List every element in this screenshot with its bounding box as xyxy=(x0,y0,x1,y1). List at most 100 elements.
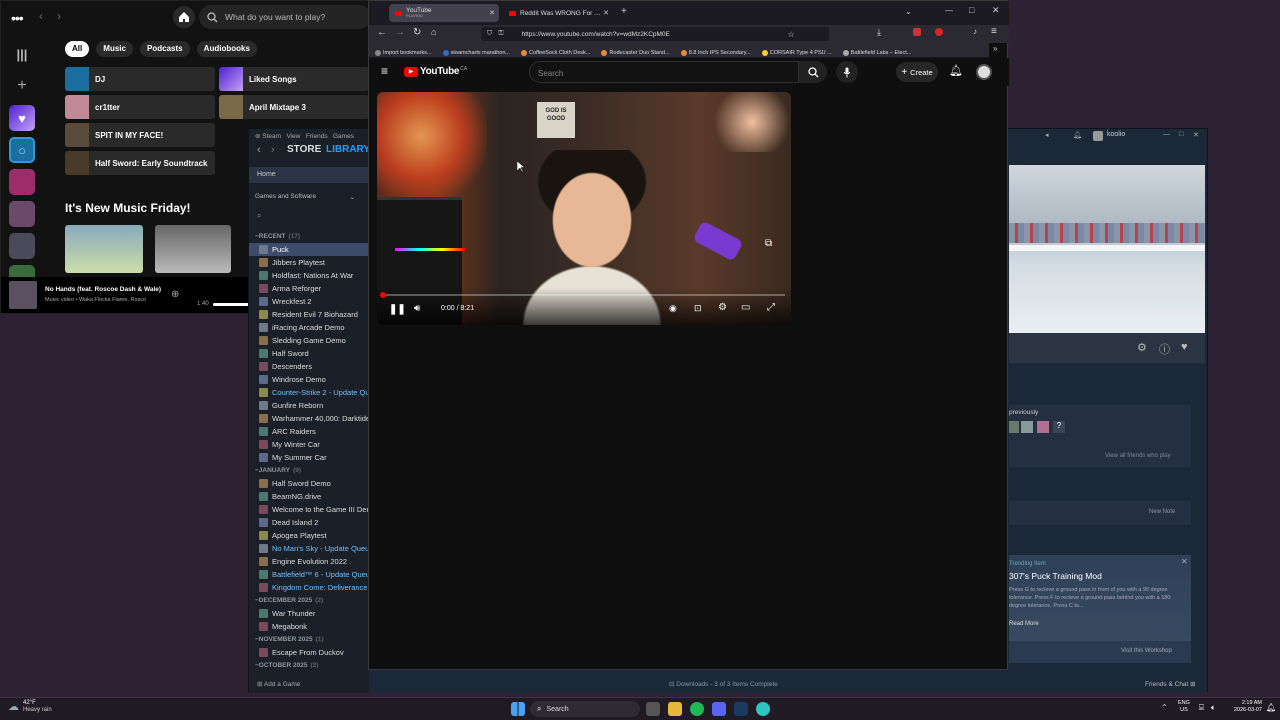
game-row[interactable]: My Winter Car xyxy=(249,438,369,451)
game-row[interactable]: Half Sword xyxy=(249,347,369,360)
task-view-icon[interactable] xyxy=(646,702,660,716)
dj-thumb[interactable]: ○ xyxy=(9,137,35,163)
favorite-icon[interactable]: ♥ xyxy=(1181,341,1188,353)
back-icon[interactable]: ‹ xyxy=(39,9,43,23)
youtube-search-input[interactable]: Search xyxy=(529,61,799,83)
game-row[interactable]: Welcome to the Game III Demo xyxy=(249,503,369,516)
more-icon[interactable]: ••• xyxy=(11,10,24,26)
close-icon[interactable]: ✕ xyxy=(1193,131,1199,139)
add-game-button[interactable]: ⊞ Add a Game xyxy=(249,677,369,693)
library-icon[interactable]: ||| xyxy=(9,41,35,67)
game-row[interactable]: Warhammer 40,000: Darktide xyxy=(249,412,369,425)
bookmark[interactable]: 8.8 Inch IPS Secondary... xyxy=(680,50,751,56)
add-icon[interactable]: + xyxy=(9,73,35,99)
discord-icon[interactable] xyxy=(712,702,726,716)
window-close-icon[interactable]: ✕ xyxy=(992,5,1000,16)
pause-icon[interactable]: ❚❚ xyxy=(389,304,406,315)
window-maximize-icon[interactable]: □ xyxy=(969,5,974,15)
new-note-button[interactable]: New Note xyxy=(1149,509,1175,515)
steam-library-tab[interactable]: LIBRARY xyxy=(326,144,370,155)
playback-progress[interactable] xyxy=(213,303,249,306)
game-row[interactable]: Battlefield™ 6 - Update Queued xyxy=(249,568,369,581)
spotify-icon[interactable] xyxy=(690,702,704,716)
game-row[interactable]: Wreckfest 2 xyxy=(249,295,369,308)
theater-mode-icon[interactable]: ▭ xyxy=(741,302,750,313)
game-row[interactable]: Dead Island 2 xyxy=(249,516,369,529)
user-avatar[interactable] xyxy=(1093,131,1103,141)
chip-podcasts[interactable]: Podcasts xyxy=(140,41,190,57)
bookmark[interactable]: CORSAIR Type 4 PSU ... xyxy=(761,50,832,56)
browser-icon[interactable] xyxy=(756,702,770,716)
chip-all[interactable]: All xyxy=(65,41,90,57)
friend-avatar[interactable] xyxy=(1021,421,1033,433)
game-row[interactable]: Resident Evil 7 Biohazard xyxy=(249,308,369,321)
bookmark[interactable]: Rodecaster Duo Stand... xyxy=(601,50,670,56)
workshop-title[interactable]: 307's Puck Training Mod xyxy=(1009,571,1102,581)
game-row[interactable]: Megabonk xyxy=(249,620,369,633)
extension-icon[interactable] xyxy=(913,28,921,36)
game-row[interactable]: Engine Evolution 2022 xyxy=(249,555,369,568)
library-home[interactable]: Home xyxy=(249,167,369,183)
now-playing-cover[interactable] xyxy=(9,281,37,309)
game-row[interactable]: Jibbers Playtest xyxy=(249,256,369,269)
list-tabs-icon[interactable]: ⌄ xyxy=(905,7,912,16)
playlist-thumb[interactable] xyxy=(9,201,35,227)
account-avatar[interactable] xyxy=(976,64,992,80)
new-tab-icon[interactable]: + xyxy=(621,6,627,17)
tab-close-icon[interactable]: ✕ xyxy=(489,9,495,17)
friends-chat-button[interactable]: Friends & Chat ⊞ xyxy=(1145,680,1196,688)
game-row[interactable]: Half Sword Demo xyxy=(249,477,369,490)
speaker-icon[interactable]: 🔈︎ xyxy=(1211,703,1216,713)
game-row[interactable]: iRacing Arcade Demo xyxy=(249,321,369,334)
tray-overflow-icon[interactable]: ⌃ xyxy=(1161,703,1168,712)
quick-tile[interactable]: SPIT IN MY FACE! xyxy=(65,123,215,147)
bookmark[interactable]: CoffeeSock Cloth Desk... xyxy=(521,50,590,56)
game-row[interactable]: No Man's Sky - Update Queued xyxy=(249,542,369,555)
menu-games[interactable]: Games xyxy=(333,133,354,140)
tab-close-icon[interactable]: ✕ xyxy=(603,9,609,17)
forward-icon[interactable]: › xyxy=(57,9,61,23)
bookmark[interactable]: Battlefield Labs – Elect... xyxy=(842,50,911,56)
progress-track[interactable] xyxy=(383,294,785,296)
quick-tile[interactable]: cr1tter xyxy=(65,95,215,119)
game-row[interactable]: Gunfire Reborn xyxy=(249,399,369,412)
progress-scrubber[interactable] xyxy=(380,292,386,298)
youtube-search-button[interactable] xyxy=(799,61,827,83)
bookmarks-overflow-icon[interactable]: » xyxy=(993,44,997,53)
quick-tile[interactable]: Half Sword: Early Soundtrack xyxy=(65,151,215,175)
album-card[interactable] xyxy=(65,225,143,273)
game-row[interactable]: Counter-Strike 2 - Update Queu xyxy=(249,386,369,399)
game-row[interactable]: Puck xyxy=(249,243,369,256)
clock[interactable]: 2:19 AM 2026-03-07 xyxy=(1226,700,1262,714)
steam-icon[interactable] xyxy=(734,702,748,716)
friend-avatar[interactable] xyxy=(1037,421,1049,433)
game-row[interactable]: War Thunder xyxy=(249,607,369,620)
read-more-link[interactable]: Read More xyxy=(1009,621,1039,627)
collection-header[interactable]: − JANUARY (9) xyxy=(249,464,369,477)
notification-icon[interactable]: 🔔︎ xyxy=(1073,131,1082,139)
playlist-thumb[interactable] xyxy=(9,233,35,259)
chip-music[interactable]: Music xyxy=(96,41,133,57)
steam-store-tab[interactable]: STORE xyxy=(287,144,321,155)
youtube-logo[interactable]: ▶ YouTube CA xyxy=(404,66,467,77)
info-icon[interactable]: ⓘ xyxy=(1159,341,1170,357)
quick-tile[interactable]: April Mixtape 3 xyxy=(219,95,369,119)
friend-avatar-unknown[interactable]: ? xyxy=(1053,421,1065,433)
file-explorer-icon[interactable] xyxy=(668,702,682,716)
miniplayer-icon[interactable]: ⧉ xyxy=(765,238,772,249)
game-row[interactable]: My Summer Car xyxy=(249,451,369,464)
weather-widget[interactable]: ☁ 42°F Heavy rain xyxy=(8,700,52,713)
album-card[interactable] xyxy=(155,225,231,273)
game-row[interactable]: ARC Raiders xyxy=(249,425,369,438)
workshop-close-icon[interactable]: ✕ xyxy=(1181,557,1188,566)
autoplay-toggle-icon[interactable]: ◉ xyxy=(669,303,677,314)
tab-reddit[interactable]: Reddit Was WRONG For This - ✕ xyxy=(503,4,613,22)
tab-youtube[interactable]: YouTube PLAYING ✕ xyxy=(389,4,499,22)
taskbar-search[interactable]: ⌕ Search xyxy=(530,701,640,717)
captions-icon[interactable]: ⊡ xyxy=(694,303,702,314)
bookmark[interactable]: Import bookmarks... xyxy=(375,50,432,56)
extension-icon[interactable] xyxy=(935,28,943,36)
network-icon[interactable]: ⌸ xyxy=(1199,703,1204,713)
windows-start-icon[interactable] xyxy=(511,702,525,716)
extensions-menu-icon[interactable]: ♪ xyxy=(973,27,977,36)
